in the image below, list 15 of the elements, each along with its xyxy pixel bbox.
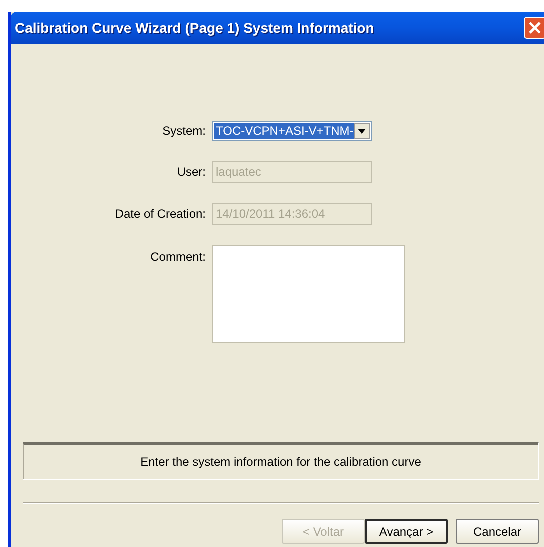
comment-field[interactable] bbox=[212, 245, 405, 343]
hint-text: Enter the system information for the calibration curve bbox=[140, 455, 422, 469]
wizard-button[interactable]: Avançar > bbox=[365, 519, 448, 544]
field-label: System: bbox=[162, 124, 207, 138]
dropdown-value: TOC-VCPN+ASI-V+TNM- bbox=[214, 123, 354, 139]
close-icon bbox=[528, 21, 542, 35]
dropdown-arrow-button[interactable] bbox=[354, 123, 370, 139]
field-label: User: bbox=[176, 165, 207, 179]
field-label: Comment: bbox=[150, 249, 207, 264]
field-label: Date of Creation: bbox=[114, 207, 207, 221]
window-title: Calibration Curve Wizard (Page 1) System Information bbox=[15, 20, 376, 36]
close-button[interactable] bbox=[524, 17, 544, 39]
wizard-button[interactable]: Cancelar bbox=[456, 519, 539, 544]
caret-icon bbox=[358, 128, 366, 134]
system-dropdown[interactable]: TOC-VCPN+ASI-V+TNM- bbox=[212, 121, 372, 141]
